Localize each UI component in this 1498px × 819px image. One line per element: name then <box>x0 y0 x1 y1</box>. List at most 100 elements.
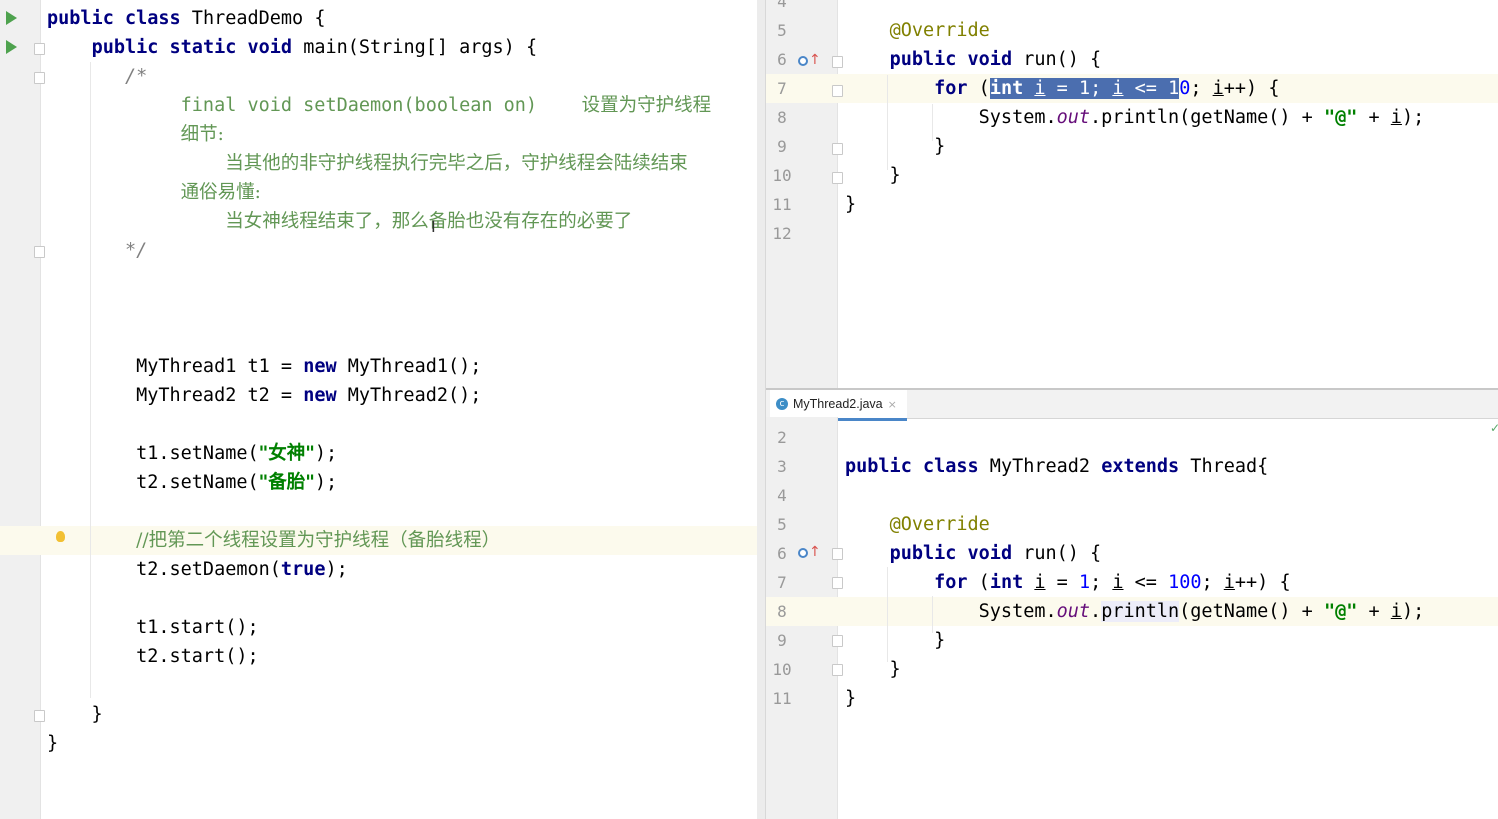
lightbulb-icon[interactable] <box>56 531 65 542</box>
code-line[interactable]: t1.start(); <box>0 613 757 642</box>
code-token: class <box>124 8 181 29</box>
left-editor[interactable]: public class ThreadDemo { public static … <box>0 0 757 819</box>
code-line[interactable]: 11} <box>766 684 1498 713</box>
fold-marker-icon[interactable] <box>832 635 843 647</box>
code-line[interactable]: 12 <box>766 219 1498 248</box>
code-line[interactable]: 9 } <box>766 626 1498 655</box>
code-text: 通俗易懂: <box>47 178 261 207</box>
fold-marker-icon[interactable] <box>832 577 843 589</box>
code-token: . <box>1090 601 1102 622</box>
fold-marker-icon[interactable] <box>34 43 45 55</box>
code-token: public <box>91 37 159 58</box>
code-line[interactable]: 当女神线程结束了，那么备胎也没有存在的必要了 <box>0 207 757 236</box>
editor-tab-bar: c MyThread2.java × <box>766 388 1498 421</box>
fold-marker-icon[interactable] <box>832 664 843 676</box>
line-number: 9 <box>777 631 787 650</box>
code-line[interactable] <box>0 294 757 323</box>
code-token: t1.start(); <box>47 617 259 638</box>
override-arrow-icon[interactable]: ↑ <box>809 545 821 559</box>
right-editors: 45 @Override 6 public void run() {7 for (… <box>766 0 1498 819</box>
code-line[interactable]: //把第二个线程设置为守护线程（备胎线程） <box>0 526 757 555</box>
bottom-editor[interactable]: 2 3 public class MyThread2 extends Thread{… <box>766 417 1498 819</box>
close-icon[interactable]: × <box>888 398 897 411</box>
run-main-icon[interactable] <box>6 40 17 54</box>
code-line[interactable]: */ <box>0 236 757 265</box>
fold-marker-icon[interactable] <box>34 710 45 722</box>
code-line[interactable]: 8 System.out.println(getName() + "@" + i… <box>766 103 1498 132</box>
code-text: public static void main(String[] args) { <box>47 33 538 62</box>
top-editor[interactable]: 45 @Override 6 public void run() {7 for (… <box>766 0 1498 388</box>
editor-splitter[interactable] <box>757 0 766 819</box>
code-line[interactable]: 细节: <box>0 120 757 149</box>
code-token: .println(getName() + <box>1090 107 1324 128</box>
override-icon[interactable] <box>798 548 808 558</box>
line-number: 8 <box>777 108 787 127</box>
code-line[interactable]: /* <box>0 62 757 91</box>
code-token: } <box>845 165 901 186</box>
code-line[interactable]: 4 <box>766 481 1498 510</box>
code-line[interactable]: 当其他的非守护线程执行完毕之后，守护线程会陆续结束 <box>0 149 757 178</box>
code-line[interactable]: 8 System.out.println(getName() + "@" + i… <box>766 597 1498 626</box>
code-line[interactable]: t2.setName("备胎"); <box>0 468 757 497</box>
code-line[interactable]: 3 public class MyThread2 extends Thread{ <box>766 452 1498 481</box>
override-arrow-icon[interactable]: ↑ <box>809 53 821 67</box>
code-line[interactable]: 7 for (int i = 1; i <= 10; i++) { <box>766 74 1498 103</box>
override-icon[interactable] <box>798 56 808 66</box>
run-class-icon[interactable] <box>6 11 17 25</box>
code-line[interactable]: 10 } <box>766 655 1498 684</box>
code-text: final void setDaemon(boolean on) 设置为守护线程 <box>47 91 712 120</box>
code-line[interactable]: MyThread2 t2 = new MyThread2(); <box>0 381 757 410</box>
code-line[interactable]: 5 @Override <box>766 16 1498 45</box>
indent-guide <box>887 75 888 170</box>
code-text: } <box>845 132 945 161</box>
code-line[interactable] <box>0 410 757 439</box>
fold-marker-icon[interactable] <box>832 85 843 97</box>
fold-marker-icon[interactable] <box>832 56 843 68</box>
code-line[interactable]: t1.setName("女神"); <box>0 439 757 468</box>
code-line[interactable]: 10 } <box>766 161 1498 190</box>
code-line[interactable]: t2.setDaemon(true); <box>0 555 757 584</box>
code-line[interactable]: } <box>0 700 757 729</box>
line-number: 4 <box>777 0 787 11</box>
code-token: true <box>280 559 326 580</box>
code-line[interactable]: 9 } <box>766 132 1498 161</box>
code-line[interactable]: final void setDaemon(boolean on) 设置为守护线程 <box>0 91 757 120</box>
code-line[interactable]: 7 for (int i = 1; i <= 100; i++) { <box>766 568 1498 597</box>
code-line[interactable]: 5 @Override <box>766 510 1498 539</box>
code-line[interactable] <box>0 584 757 613</box>
fold-marker-icon[interactable] <box>34 72 45 84</box>
code-line[interactable]: } <box>0 729 757 758</box>
code-line[interactable]: t2.start(); <box>0 642 757 671</box>
code-line[interactable] <box>0 497 757 526</box>
code-token: 设置为守护线程 <box>581 95 712 116</box>
code-text: 当女神线程结束了，那么备胎也没有存在的必要了 <box>47 207 632 236</box>
code-line[interactable]: public static void main(String[] args) { <box>0 33 757 62</box>
code-line[interactable]: public class ThreadDemo { <box>0 4 757 33</box>
code-token: i <box>1112 572 1124 593</box>
code-token: i <box>1112 78 1124 99</box>
code-line[interactable]: MyThread1 t1 = new MyThread1(); <box>0 352 757 381</box>
code-text: //把第二个线程设置为守护线程（备胎线程） <box>47 526 500 555</box>
fold-marker-icon[interactable] <box>34 246 45 258</box>
fold-marker-icon[interactable] <box>832 172 843 184</box>
line-number: 5 <box>777 515 787 534</box>
fold-marker-icon[interactable] <box>832 143 843 155</box>
line-number: 5 <box>777 21 787 40</box>
code-line[interactable]: 通俗易懂: <box>0 178 757 207</box>
code-line[interactable] <box>0 671 757 700</box>
code-token: t2.setDaemon( <box>47 559 281 580</box>
code-token: @Override <box>889 514 990 535</box>
code-line[interactable]: 4 <box>766 0 1498 16</box>
code-line[interactable] <box>0 265 757 294</box>
code-line[interactable]: 6 public void run() { <box>766 539 1498 568</box>
code-line[interactable]: 2 <box>766 423 1498 452</box>
code-token: ( <box>967 78 990 99</box>
indent-guide <box>932 596 933 633</box>
code-line[interactable] <box>0 323 757 352</box>
code-line[interactable]: 6 public void run() { <box>766 45 1498 74</box>
code-line[interactable]: 11} <box>766 190 1498 219</box>
code-token: //把第二个线程设置为守护线程（备胎线程） <box>136 530 501 551</box>
code-token: void <box>247 37 293 58</box>
fold-marker-icon[interactable] <box>832 548 843 560</box>
